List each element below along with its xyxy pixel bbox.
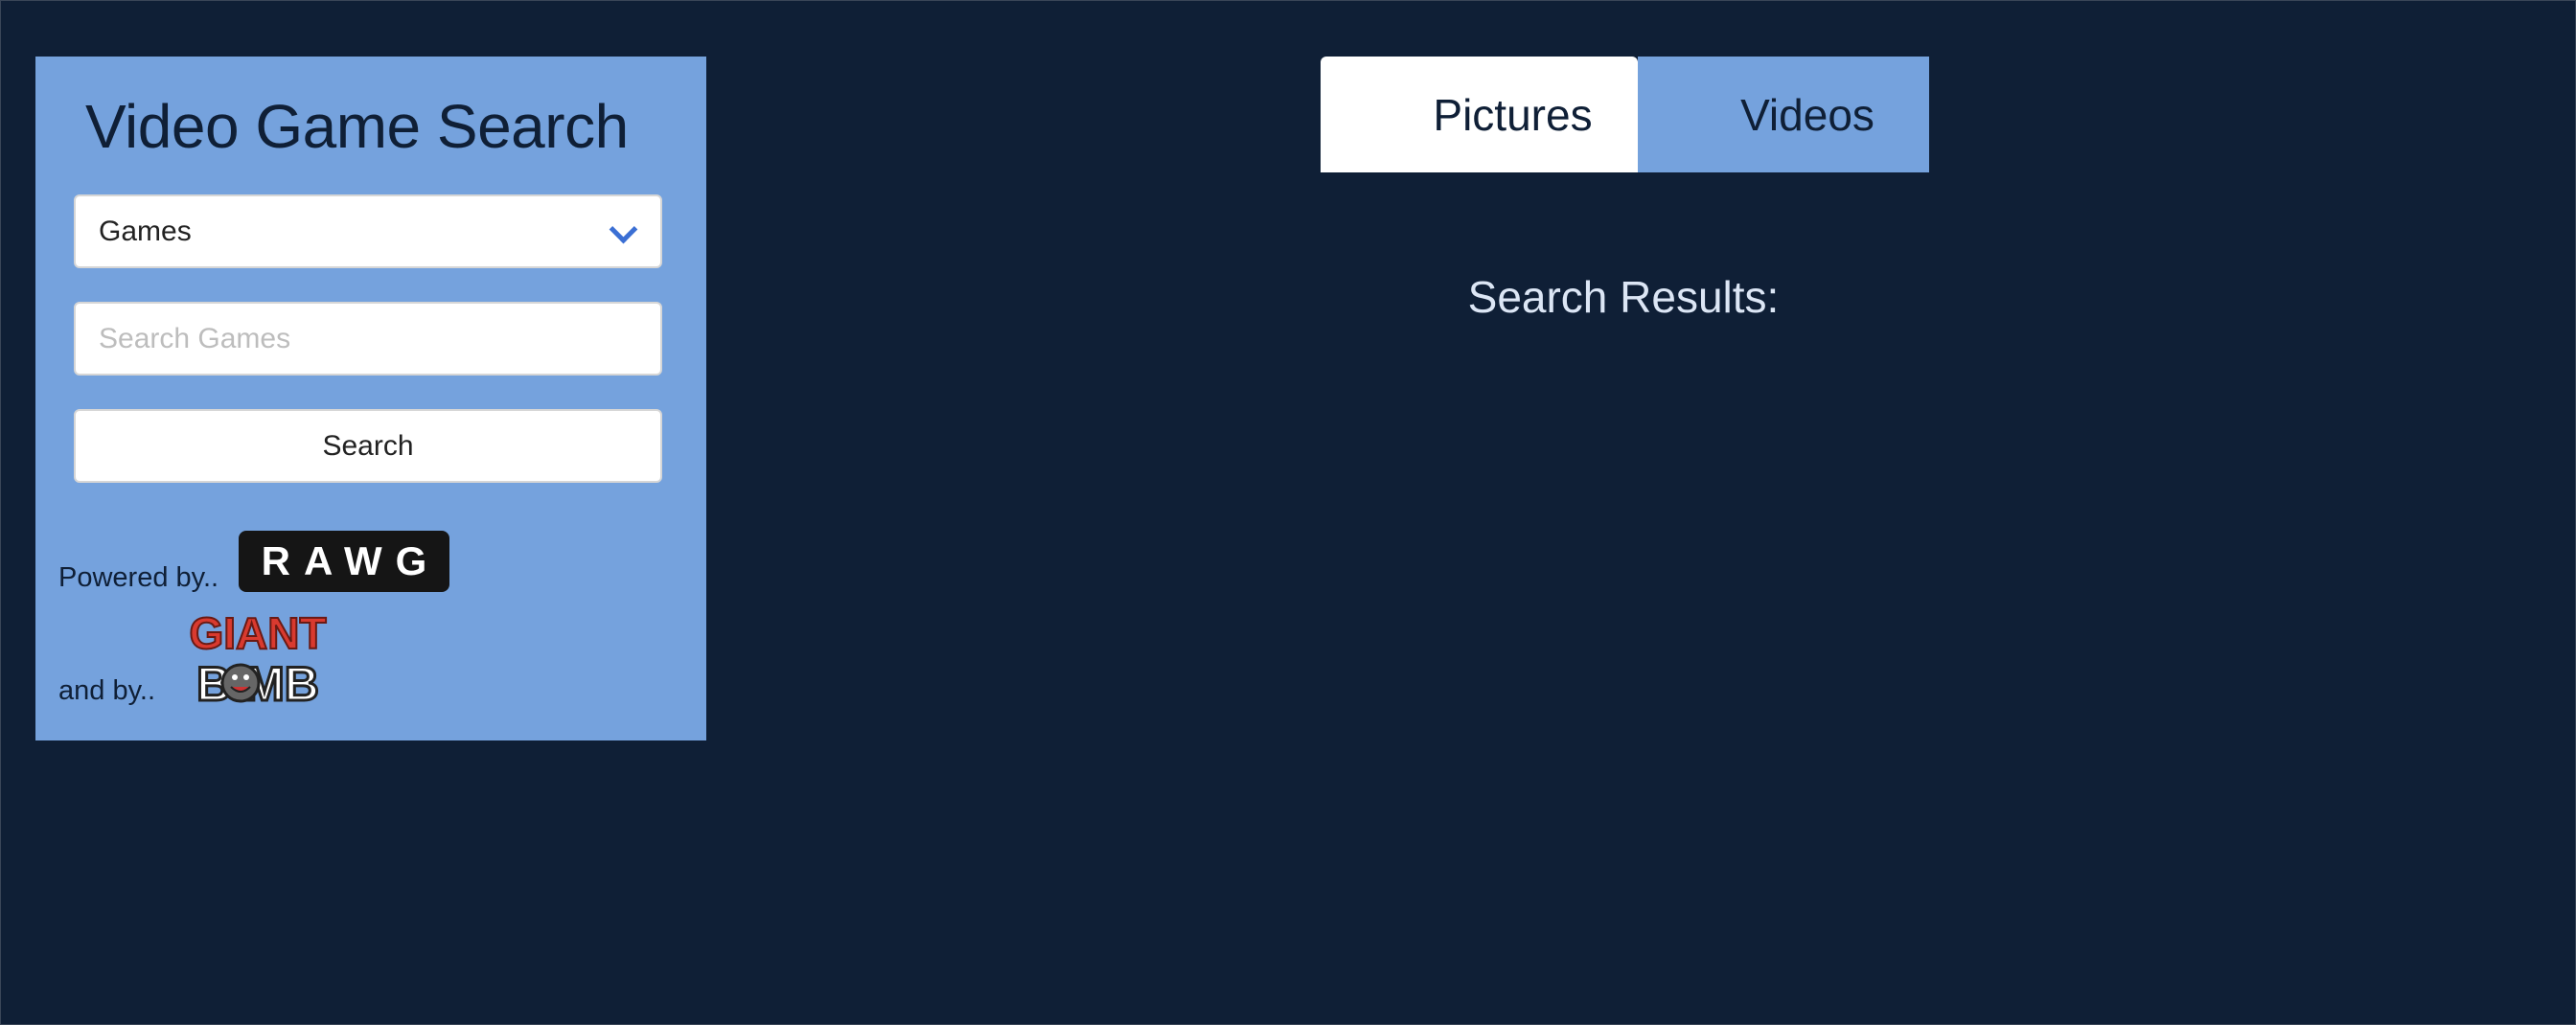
rawg-logo: RAWG — [239, 531, 449, 592]
svg-text:GIANT: GIANT — [189, 608, 326, 658]
search-panel: Video Game Search Games Search Powered b… — [35, 57, 706, 740]
category-select[interactable]: Games — [74, 194, 662, 268]
media-tabs: Pictures Videos — [1321, 57, 1929, 172]
chevron-down-icon — [609, 215, 638, 244]
search-results-heading: Search Results: — [1467, 272, 1780, 322]
tab-videos[interactable]: Videos — [1638, 57, 1929, 172]
powered-by-label: Powered by.. — [58, 562, 219, 593]
search-button[interactable]: Search — [74, 409, 662, 483]
and-by-label: and by.. — [58, 675, 156, 706]
tab-pictures[interactable]: Pictures — [1321, 57, 1638, 172]
app-title: Video Game Search — [85, 92, 629, 161]
category-select-value: Games — [99, 215, 192, 247]
search-input[interactable] — [74, 302, 662, 376]
giantbomb-logo: GIANT B MB — [188, 607, 327, 706]
